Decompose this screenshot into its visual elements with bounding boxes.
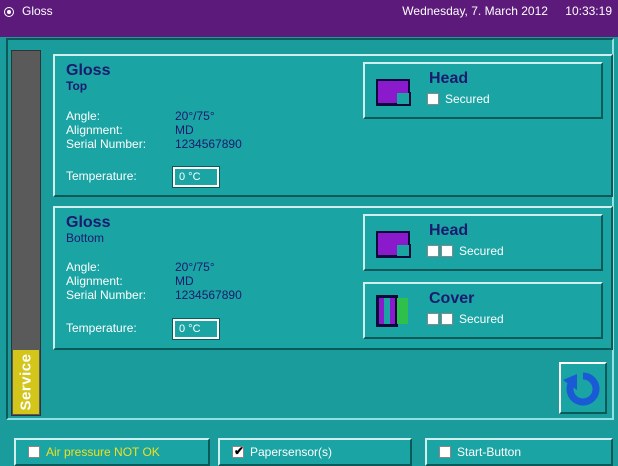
head-secured-row: Secured — [427, 92, 490, 106]
serial-number-value: 1234567890 — [175, 137, 242, 151]
cover-icon — [376, 295, 408, 327]
papersensor-checkbox[interactable]: ✔ — [232, 444, 244, 458]
cover-secured-checkbox-1[interactable] — [427, 313, 439, 325]
head-subpanel: Head Secured — [363, 62, 603, 119]
angle-value: 20°/75° — [175, 109, 215, 123]
title-bar: Gloss Wednesday, 7. March 2012 10:33:19 — [0, 0, 618, 37]
angle-value: 20°/75° — [175, 260, 215, 274]
time-text: 10:33:19 — [565, 4, 612, 18]
head-icon — [376, 79, 411, 106]
air-pressure-label: Air pressure NOT OK — [46, 445, 160, 459]
cover-secured-label: Secured — [459, 312, 504, 326]
air-pressure-checkbox[interactable] — [28, 446, 40, 458]
angle-label: Angle: — [66, 109, 101, 123]
head-icon — [376, 231, 411, 258]
alignment-label: Alignment: — [66, 123, 123, 137]
head-secured-checkbox[interactable] — [427, 93, 439, 105]
head-secured-checkbox-2[interactable] — [441, 245, 453, 257]
cover-secured-row: Secured — [427, 312, 504, 326]
papersensor-status[interactable]: ✔ Papersensor(s) — [218, 438, 412, 466]
panel-subtitle: Top — [66, 79, 88, 93]
cover-secured-checkbox-2[interactable] — [441, 313, 453, 325]
refresh-button[interactable] — [559, 362, 607, 414]
serial-number-label: Serial Number: — [66, 137, 147, 151]
service-tab-label: Service — [17, 353, 35, 411]
head-title: Head — [429, 70, 469, 87]
datetime: Wednesday, 7. March 2012 10:33:19 — [402, 4, 612, 18]
angle-label: Angle: — [66, 260, 101, 274]
cover-subpanel: Cover Secured — [363, 282, 603, 339]
serial-number-label: Serial Number: — [66, 288, 147, 302]
date-text: Wednesday, 7. March 2012 — [402, 4, 548, 18]
alignment-label: Alignment: — [66, 274, 123, 288]
service-tab[interactable]: Service — [11, 50, 41, 416]
gloss-bottom-panel: Gloss Bottom Angle: 20°/75° Alignment: M… — [53, 206, 613, 350]
gloss-top-panel: Gloss Top Angle: 20°/75° Alignment: MD S… — [53, 54, 613, 197]
alignment-value: MD — [175, 123, 194, 137]
radio-icon[interactable] — [4, 7, 14, 17]
app-title: Gloss — [22, 4, 53, 18]
start-button-checkbox[interactable] — [439, 446, 451, 458]
start-button-label: Start-Button — [457, 445, 522, 459]
temperature-field: 0 °C — [172, 166, 220, 188]
temperature-label: Temperature: — [66, 169, 137, 183]
panel-subtitle: Bottom — [66, 231, 105, 245]
temperature-label: Temperature: — [66, 321, 137, 335]
serial-number-value: 1234567890 — [175, 288, 242, 302]
head-secured-label: Secured — [445, 92, 490, 106]
refresh-icon — [563, 372, 600, 406]
start-button-status[interactable]: Start-Button — [425, 438, 613, 466]
panel-title: Gloss — [66, 214, 111, 231]
temperature-field: 0 °C — [172, 318, 220, 340]
alignment-value: MD — [175, 274, 194, 288]
panel-title: Gloss — [66, 62, 111, 79]
papersensor-label: Papersensor(s) — [250, 445, 333, 459]
head-secured-checkbox-1[interactable] — [427, 245, 439, 257]
head-title: Head — [429, 222, 469, 239]
cover-title: Cover — [429, 290, 475, 307]
air-pressure-status[interactable]: Air pressure NOT OK — [14, 438, 210, 466]
head-secured-row: Secured — [427, 244, 504, 258]
head-subpanel: Head Secured — [363, 214, 603, 271]
head-secured-label: Secured — [459, 244, 504, 258]
service-tab-label-box[interactable]: Service — [13, 350, 39, 414]
